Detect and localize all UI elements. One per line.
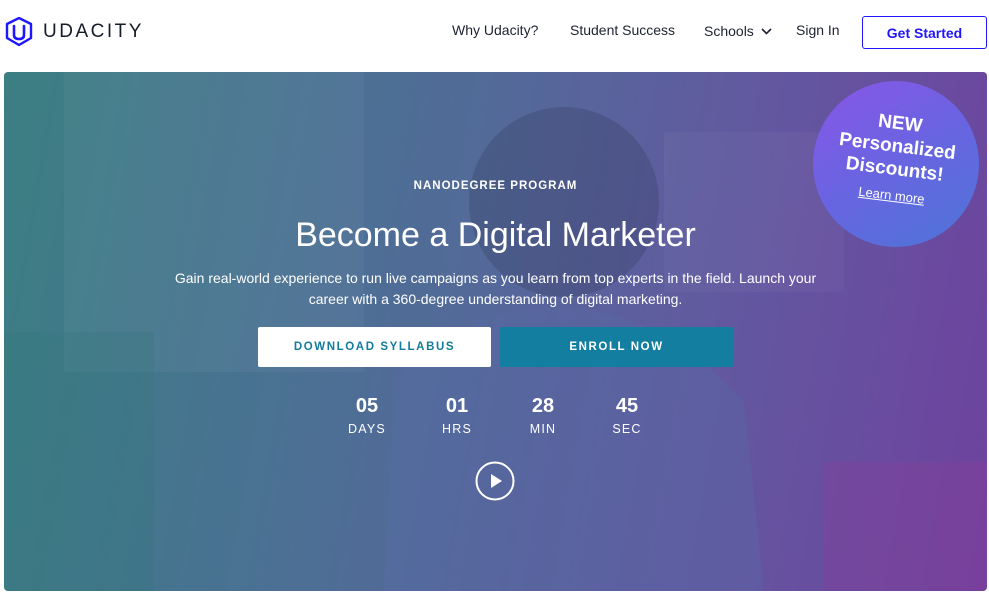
countdown-minutes: 28 MIN [513,395,573,436]
countdown-minutes-value: 28 [531,395,555,417]
nav-schools-label: Schools [704,23,754,39]
countdown-hours-value: 01 [445,395,469,417]
hero-banner: NANODEGREE PROGRAM Become a Digital Mark… [4,72,987,591]
countdown-seconds-unit: SEC [612,422,642,436]
countdown-seconds: 45 SEC [597,395,657,436]
badge-learn-more-link[interactable]: Learn more [858,184,926,207]
udacity-logo[interactable]: UDACITY [4,17,144,47]
countdown-days: 05 DAYS [337,395,397,436]
countdown-seconds-value: 45 [615,395,639,417]
nav-student-success[interactable]: Student Success [570,22,675,38]
countdown-minutes-unit: MIN [529,422,557,436]
download-syllabus-button[interactable]: DOWNLOAD SYLLABUS [258,327,491,367]
countdown-hours-unit: HRS [442,422,472,436]
countdown-hours: 01 HRS [427,395,487,436]
countdown-days-unit: DAYS [348,422,386,436]
nav-sign-in[interactable]: Sign In [796,22,840,38]
logo-wordmark: UDACITY [43,21,144,42]
site-header: UDACITY Why Udacity? Student Success Sch… [0,0,989,66]
hero-description: Gain real-world experience to run live c… [174,270,817,307]
discount-badge[interactable]: NEW Personalized Discounts! Learn more [813,81,979,247]
nav-schools-dropdown[interactable]: Schools [704,23,772,39]
chevron-down-icon [761,28,772,35]
play-icon[interactable] [475,461,515,501]
nav-why-udacity[interactable]: Why Udacity? [452,22,538,38]
countdown-days-value: 05 [355,395,379,417]
get-started-button[interactable]: Get Started [862,16,987,49]
enroll-now-button[interactable]: ENROLL NOW [500,327,733,367]
udacity-logo-icon [5,17,33,47]
